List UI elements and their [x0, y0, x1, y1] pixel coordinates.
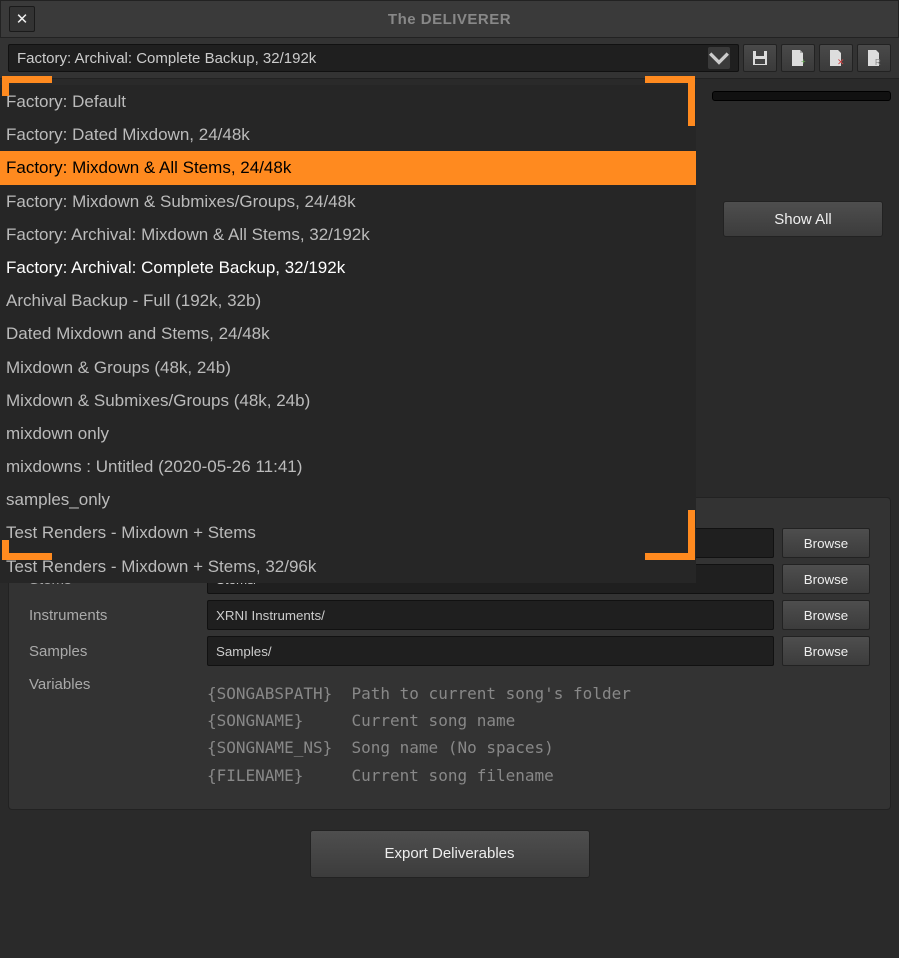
footer: Export Deliverables	[8, 810, 891, 898]
preset-option[interactable]: Factory: Mixdown & All Stems, 24/48k	[0, 151, 696, 184]
path-input-instruments[interactable]	[207, 600, 774, 630]
preset-option[interactable]: samples_only	[0, 483, 696, 516]
preset-dropdown-label: Factory: Archival: Complete Backup, 32/1…	[17, 50, 316, 67]
browse-stems-button[interactable]: Browse	[782, 564, 870, 594]
rename-preset-button[interactable]: R	[857, 44, 891, 72]
svg-text:+: +	[801, 57, 806, 66]
preset-option[interactable]: Factory: Archival: Mixdown & All Stems, …	[0, 218, 696, 251]
add-preset-button[interactable]: +	[781, 44, 815, 72]
svg-text:R: R	[875, 58, 881, 67]
preset-option[interactable]: Dated Mixdown and Stems, 24/48k	[0, 317, 696, 350]
preset-option[interactable]: mixdown only	[0, 417, 696, 450]
preset-option[interactable]: Factory: Mixdown & Submixes/Groups, 24/4…	[0, 185, 696, 218]
preset-option[interactable]: Mixdown & Submixes/Groups (48k, 24b)	[0, 384, 696, 417]
close-icon: ✕	[16, 10, 29, 28]
window-title: The DELIVERER	[1, 11, 898, 28]
file-plus-icon: +	[789, 49, 807, 67]
variables-label: Variables	[29, 676, 199, 793]
path-label-instruments: Instruments	[29, 607, 199, 624]
preset-option[interactable]: Factory: Default	[0, 85, 696, 118]
preset-option[interactable]: Test Renders - Mixdown + Stems, 32/96k	[0, 550, 696, 583]
path-row-instruments: Instruments Browse	[29, 600, 870, 630]
toolbar: Factory: Archival: Complete Backup, 32/1…	[0, 38, 899, 79]
export-deliverables-button[interactable]: Export Deliverables	[310, 830, 590, 878]
export-deliverables-label: Export Deliverables	[384, 845, 514, 862]
chevron-down-icon	[708, 47, 730, 69]
preset-option[interactable]: Factory: Dated Mixdown, 24/48k	[0, 118, 696, 151]
file-rename-icon: R	[865, 49, 883, 67]
show-all-label: Show All	[774, 211, 832, 228]
browse-samples-button[interactable]: Browse	[782, 636, 870, 666]
preset-dropdown[interactable]: Factory: Archival: Complete Backup, 32/1…	[8, 44, 739, 72]
preset-dropdown-list[interactable]: Factory: DefaultFactory: Dated Mixdown, …	[0, 85, 696, 583]
path-row-samples: Samples Browse	[29, 636, 870, 666]
progress-bar	[712, 91, 891, 101]
save-icon	[751, 49, 769, 67]
svg-text:✕: ✕	[837, 57, 845, 67]
save-preset-button[interactable]	[743, 44, 777, 72]
variables-row: Variables {SONGABSPATH} Path to current …	[29, 676, 870, 793]
file-delete-icon: ✕	[827, 49, 845, 67]
delete-preset-button[interactable]: ✕	[819, 44, 853, 72]
path-input-samples[interactable]	[207, 636, 774, 666]
preset-option[interactable]: mixdowns : Untitled (2020-05-26 11:41)	[0, 450, 696, 483]
show-all-button[interactable]: Show All	[723, 201, 883, 237]
preset-option[interactable]: Mixdown & Groups (48k, 24b)	[0, 351, 696, 384]
close-button[interactable]: ✕	[9, 6, 35, 32]
preset-option[interactable]: Test Renders - Mixdown + Stems	[0, 516, 696, 549]
browse-instruments-button[interactable]: Browse	[782, 600, 870, 630]
path-label-samples: Samples	[29, 643, 199, 660]
browse-base-button[interactable]: Browse	[782, 528, 870, 558]
variables-help-text: {SONGABSPATH} Path to current song's fol…	[207, 676, 870, 793]
preset-option[interactable]: Factory: Archival: Complete Backup, 32/1…	[0, 251, 696, 284]
preset-option[interactable]: Archival Backup - Full (192k, 32b)	[0, 284, 696, 317]
title-bar: ✕ The DELIVERER	[0, 0, 899, 38]
